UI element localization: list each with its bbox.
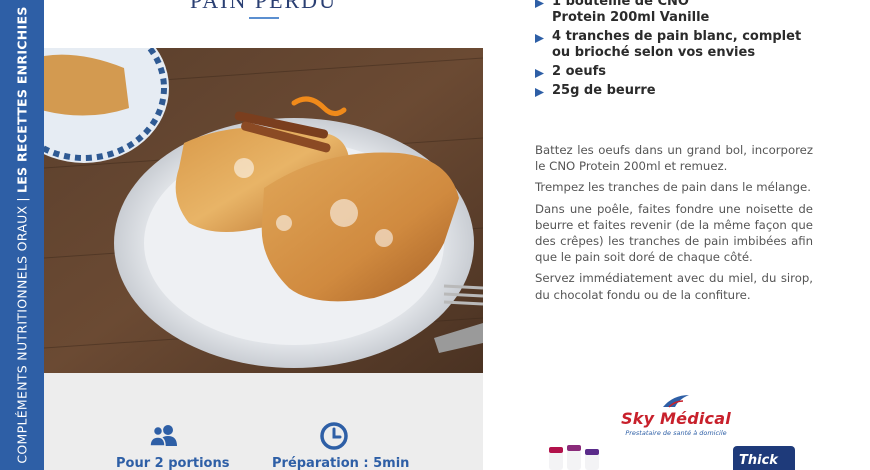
- recipe-step: Servez immédiatement avec du miel, du si…: [535, 271, 813, 302]
- arrow-bullet-icon: [535, 0, 544, 8]
- title-area: PAIN PERDU: [44, 0, 483, 48]
- recipe-photo: [44, 48, 483, 373]
- clock-icon: [320, 422, 348, 450]
- recipe-step: Trempez les tranches de pain dans le mél…: [535, 180, 811, 195]
- side-band-text: COMPLÉMENTS NUTRITIONNELS ORAUX | LES RECE…: [15, 6, 30, 463]
- recipe-title: PAIN PERDU: [190, 0, 337, 13]
- recipe-step: Battez les oeufs dans un grand bol, inco…: [535, 143, 813, 174]
- ingredient-item: 2 oeufs: [534, 64, 834, 80]
- people-icon: [149, 425, 177, 447]
- ingredient-item: 1 bouteille de CNO Protein 200ml Vanille: [534, 0, 834, 26]
- side-band-separator: |: [14, 197, 30, 202]
- ingredient-item: 25g de beurre: [534, 83, 834, 99]
- ingredient-text: 25g de beurre: [552, 83, 656, 98]
- product-label: Thick: [739, 453, 778, 468]
- ingredient-text: 1 bouteille de CNO Protein 200ml Vanille: [552, 0, 710, 25]
- recipe-step: Dans une poêle, faites fondre une noiset…: [535, 201, 813, 265]
- product-bottles: [549, 445, 599, 470]
- brand-panel: Sky Médical Prestataire de santé à domic…: [483, 373, 870, 470]
- brand-tagline: Prestataire de santé à domicile: [625, 429, 727, 437]
- brand-name: Sky Médical: [621, 409, 731, 428]
- side-band: COMPLÉMENTS NUTRITIONNELS ORAUX | LES RECE…: [0, 0, 44, 470]
- arrow-bullet-icon: [535, 69, 544, 78]
- arrow-bullet-icon: [535, 34, 544, 43]
- brand-logo: Sky Médical Prestataire de santé à domic…: [611, 393, 741, 437]
- info-panel: Pour 2 portions Préparation : 5min: [44, 373, 483, 470]
- side-band-section: LES RECETTES ENRICHIES: [14, 6, 30, 194]
- ingredient-text: 4 tranches de pain blanc, complet ou bri…: [552, 29, 802, 60]
- ingredient-text: 2 oeufs: [552, 64, 606, 79]
- side-band-category: COMPLÉMENTS NUTRITIONNELS ORAUX: [14, 205, 30, 464]
- title-rule: [249, 17, 279, 19]
- portions-label: Pour 2 portions: [116, 456, 230, 470]
- product-tub: Thick: [733, 446, 795, 470]
- arrow-bullet-icon: [535, 88, 544, 97]
- recipe-steps: Battez les oeufs dans un grand bol, inco…: [535, 142, 813, 308]
- bird-logo-icon: [663, 395, 689, 408]
- preparation-label: Préparation : 5min: [272, 456, 410, 470]
- ingredient-item: 4 tranches de pain blanc, complet ou bri…: [534, 29, 834, 61]
- ingredient-list: 1 bouteille de CNO Protein 200ml Vanille…: [534, 0, 834, 102]
